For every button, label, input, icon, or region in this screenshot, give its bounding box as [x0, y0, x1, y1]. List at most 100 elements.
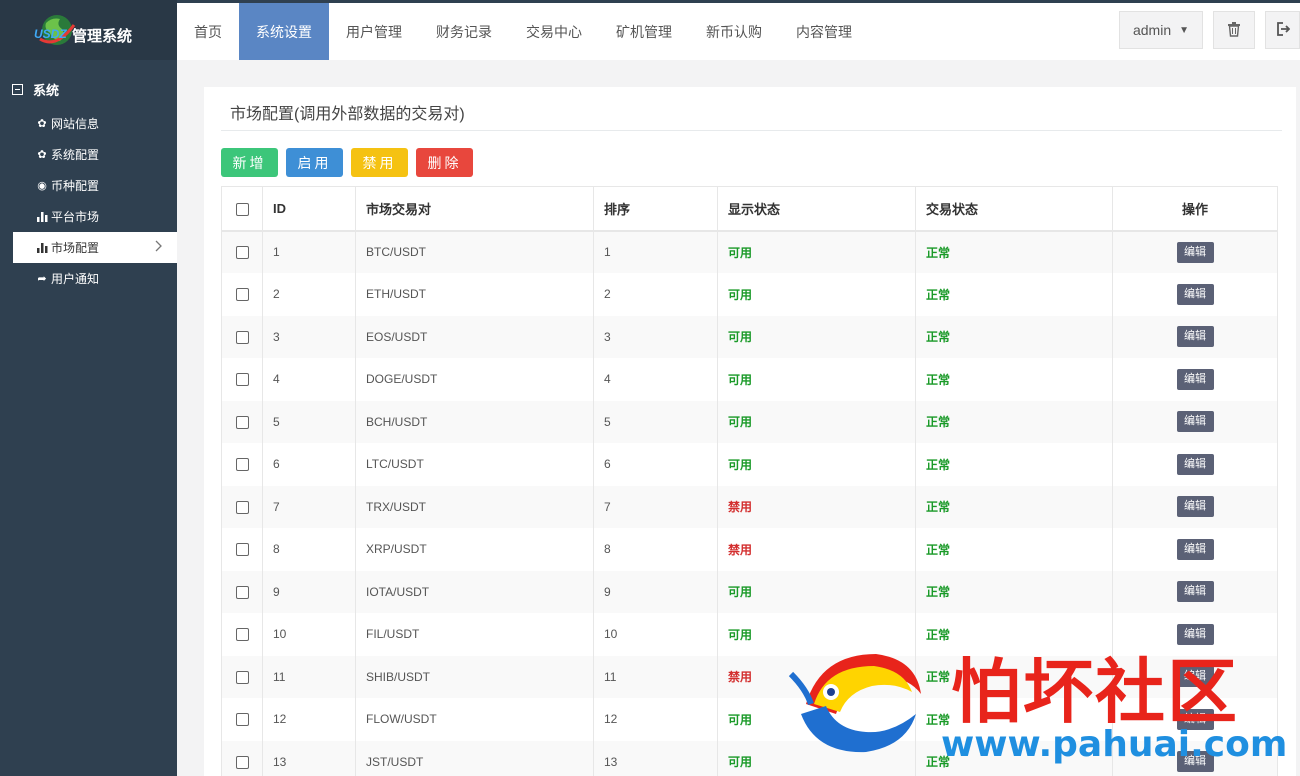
column-header-sort[interactable]: 排序 — [593, 186, 718, 231]
table-row: 11 SHIB/USDT 11 禁用 正常 编辑 — [221, 655, 1278, 698]
row-checkbox[interactable] — [235, 500, 249, 514]
tab-5[interactable]: 矿机管理 — [599, 3, 689, 60]
delete-button[interactable]: 删除 — [416, 148, 473, 177]
sidebar-item-2[interactable]: ◉ 币种配置 — [0, 170, 177, 201]
tab-7[interactable]: 内容管理 — [779, 3, 869, 60]
sidebar-item-3[interactable]: 平台市场 — [0, 201, 177, 232]
sidebar-item-label: 平台市场 — [51, 210, 100, 224]
cell-id: 11 — [262, 655, 356, 698]
cell-sort: 2 — [593, 273, 718, 316]
row-checkbox[interactable] — [235, 246, 249, 260]
edit-button[interactable]: 编辑 — [1176, 666, 1214, 688]
cell-trade-status: 正常 — [915, 273, 1113, 316]
logout-button[interactable] — [1265, 11, 1300, 49]
gear-icon: ✿ — [37, 149, 47, 161]
row-checkbox[interactable] — [235, 415, 249, 429]
cell-pair: EOS/USDT — [355, 315, 594, 358]
cell-actions: 编辑 — [1112, 655, 1278, 698]
sidebar-item-0[interactable]: ✿ 网站信息 — [0, 108, 177, 139]
cell-actions: 编辑 — [1112, 230, 1278, 273]
market-pairs-table: ID 市场交易对 排序 显示状态 交易状态 操作 1 BTC/USDT 1 可用 正常编… — [221, 186, 1278, 776]
cell-display-status: 可用 — [717, 230, 916, 273]
row-checkbox[interactable] — [235, 543, 249, 557]
cell-id: 9 — [262, 570, 356, 613]
edit-button[interactable]: 编辑 — [1176, 411, 1214, 433]
column-header-pair[interactable]: 市场交易对 — [355, 186, 594, 231]
select-all-cell — [221, 186, 263, 231]
add-button[interactable]: 新增 — [221, 148, 278, 177]
select-all-checkbox[interactable] — [235, 202, 249, 216]
edit-button[interactable]: 编辑 — [1176, 241, 1214, 263]
edit-button[interactable]: 编辑 — [1176, 751, 1214, 773]
cell-sort: 1 — [593, 230, 718, 273]
column-header-actions: 操作 — [1112, 186, 1278, 231]
row-checkbox[interactable] — [235, 288, 249, 302]
enable-button[interactable]: 启用 — [286, 148, 343, 177]
row-check-cell — [221, 485, 263, 528]
cell-pair: SHIB/USDT — [355, 655, 594, 698]
column-header-id[interactable]: ID — [262, 186, 356, 231]
cell-pair: BCH/USDT — [355, 400, 594, 443]
bar-chart-icon — [36, 211, 48, 222]
user-menu-button[interactable]: admin ▼ — [1119, 11, 1203, 49]
column-header-display-status[interactable]: 显示状态 — [717, 186, 916, 231]
cell-trade-status: 正常 — [915, 570, 1113, 613]
sidebar-group-header[interactable]: 系统 — [0, 78, 177, 100]
tab-bar: 首页 系统设置 用户管理 财务记录 交易中心 矿机管理 新币认购 内容管理 — [177, 3, 869, 60]
row-checkbox[interactable] — [235, 373, 249, 387]
app-title: 管理系统 — [72, 27, 133, 45]
cell-trade-status: 正常 — [915, 358, 1113, 401]
cell-pair: FIL/USDT — [355, 613, 594, 656]
cell-sort: 4 — [593, 358, 718, 401]
sidebar-item-label: 网站信息 — [51, 117, 100, 131]
row-checkbox[interactable] — [235, 755, 249, 769]
row-checkbox[interactable] — [235, 713, 249, 727]
cell-id: 13 — [262, 740, 356, 776]
tab-6[interactable]: 新币认购 — [689, 3, 779, 60]
sidebar-item-5[interactable]: ➦ 用户通知 — [0, 263, 177, 294]
cell-trade-status: 正常 — [915, 528, 1113, 571]
edit-button[interactable]: 编辑 — [1176, 623, 1214, 645]
target-icon: ◉ — [37, 180, 47, 192]
user-name: admin — [1132, 22, 1172, 38]
cell-actions: 编辑 — [1112, 570, 1278, 613]
sidebar-item-1[interactable]: ✿ 系统配置 — [0, 139, 177, 170]
cell-actions: 编辑 — [1112, 740, 1278, 776]
tab-4[interactable]: 交易中心 — [509, 3, 599, 60]
edit-button[interactable]: 编辑 — [1176, 326, 1214, 348]
cell-trade-status: 正常 — [915, 230, 1113, 273]
row-checkbox[interactable] — [235, 458, 249, 472]
cell-id: 2 — [262, 273, 356, 316]
edit-button[interactable]: 编辑 — [1176, 708, 1214, 730]
edit-button[interactable]: 编辑 — [1176, 496, 1214, 518]
clear-cache-button[interactable] — [1213, 11, 1255, 49]
cell-pair: IOTA/USDT — [355, 570, 594, 613]
tab-3[interactable]: 财务记录 — [419, 3, 509, 60]
tab-2[interactable]: 用户管理 — [329, 3, 419, 60]
cell-sort: 8 — [593, 528, 718, 571]
edit-button[interactable]: 编辑 — [1176, 581, 1214, 603]
sidebar-item-4[interactable]: 市场配置 — [13, 232, 177, 263]
disable-button[interactable]: 禁用 — [351, 148, 408, 177]
page-title: 市场配置(调用外部数据的交易对) — [230, 106, 465, 123]
cell-actions: 编辑 — [1112, 613, 1278, 656]
table-row: 7 TRX/USDT 7 禁用 正常 编辑 — [221, 485, 1278, 528]
edit-button[interactable]: 编辑 — [1176, 538, 1214, 560]
row-checkbox[interactable] — [235, 670, 249, 684]
row-checkbox[interactable] — [235, 628, 249, 642]
tab-1[interactable]: 系统设置 — [239, 3, 329, 60]
row-check-cell — [221, 230, 263, 273]
sidebar-item-label: 币种配置 — [51, 179, 100, 193]
row-checkbox[interactable] — [235, 330, 249, 344]
edit-button[interactable]: 编辑 — [1176, 368, 1214, 390]
column-header-trade-status[interactable]: 交易状态 — [915, 186, 1113, 231]
cell-trade-status: 正常 — [915, 655, 1113, 698]
edit-button[interactable]: 编辑 — [1176, 453, 1214, 475]
tab-0[interactable]: 首页 — [177, 3, 239, 60]
edit-button[interactable]: 编辑 — [1176, 283, 1214, 305]
row-checkbox[interactable] — [235, 585, 249, 599]
cell-sort: 3 — [593, 315, 718, 358]
cell-sort: 12 — [593, 698, 718, 741]
cell-id: 6 — [262, 443, 356, 486]
row-check-cell — [221, 528, 263, 571]
